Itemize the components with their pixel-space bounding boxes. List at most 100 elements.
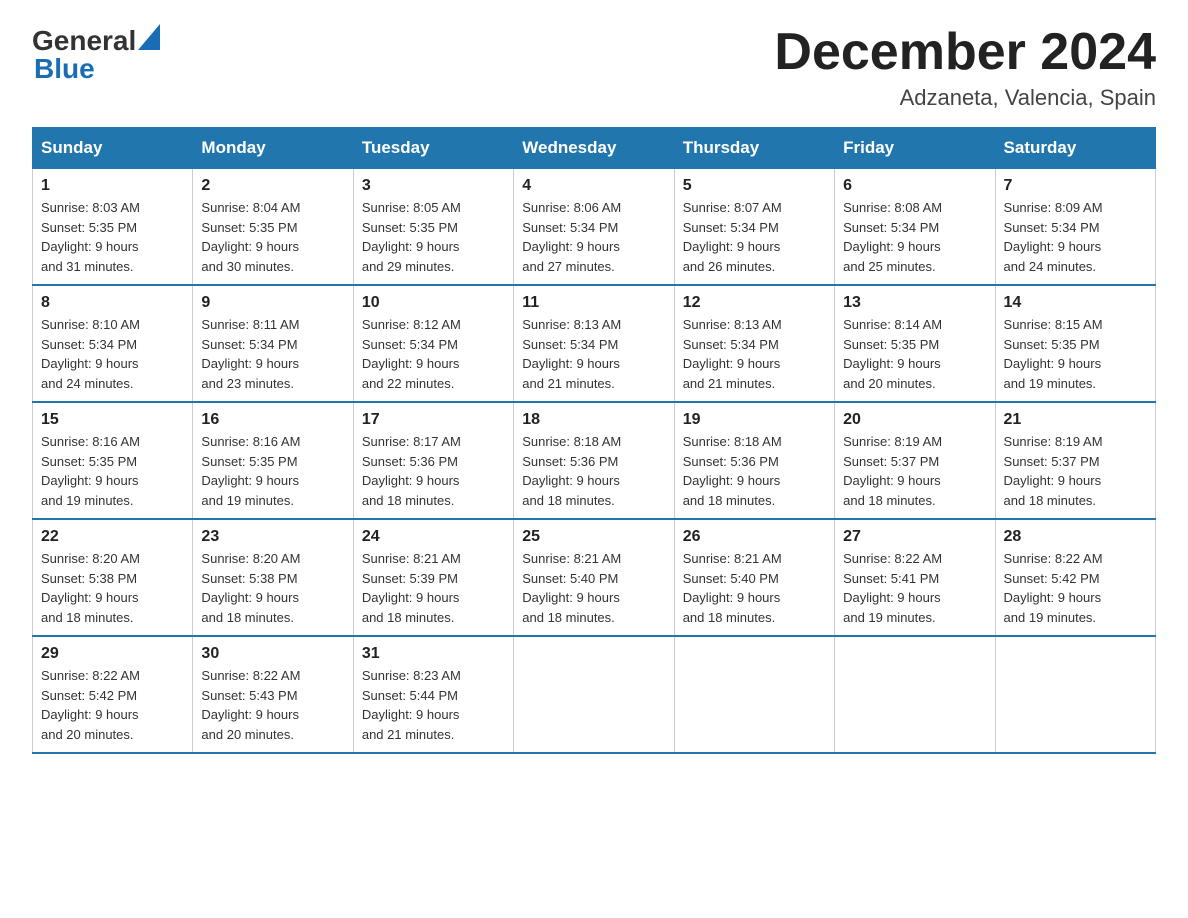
day-number: 2 bbox=[201, 177, 344, 195]
day-info: Sunrise: 8:16 AMSunset: 5:35 PMDaylight:… bbox=[201, 432, 344, 510]
header-tuesday: Tuesday bbox=[353, 128, 513, 169]
table-row: 4Sunrise: 8:06 AMSunset: 5:34 PMDaylight… bbox=[514, 169, 674, 286]
table-row: 26Sunrise: 8:21 AMSunset: 5:40 PMDayligh… bbox=[674, 519, 834, 636]
day-info: Sunrise: 8:07 AMSunset: 5:34 PMDaylight:… bbox=[683, 198, 826, 276]
table-row: 29Sunrise: 8:22 AMSunset: 5:42 PMDayligh… bbox=[33, 636, 193, 753]
calendar-week-row: 8Sunrise: 8:10 AMSunset: 5:34 PMDaylight… bbox=[33, 285, 1156, 402]
table-row: 31 Sunrise: 8:23 AMSunset: 5:44 PMDayligh… bbox=[353, 636, 513, 753]
table-row: 25 Sunrise: 8:21 AMSunset: 5:40 PMDayligh… bbox=[514, 519, 674, 636]
day-info: Sunrise: 8:18 AMSunset: 5:36 PMDaylight:… bbox=[683, 432, 826, 510]
day-number: 12 bbox=[683, 294, 826, 312]
table-row: 18Sunrise: 8:18 AMSunset: 5:36 PMDayligh… bbox=[514, 402, 674, 519]
table-row: 21 Sunrise: 8:19 AMSunset: 5:37 PMDayligh… bbox=[995, 402, 1155, 519]
day-info: Sunrise: 8:20 AMSunset: 5:38 PMDaylight:… bbox=[41, 549, 184, 627]
table-row: 22 Sunrise: 8:20 AMSunset: 5:38 PMDayligh… bbox=[33, 519, 193, 636]
table-row: 13 Sunrise: 8:14 AMSunset: 5:35 PMDayligh… bbox=[835, 285, 995, 402]
day-info: Sunrise: 8:05 AMSunset: 5:35 PMDaylight:… bbox=[362, 198, 505, 276]
calendar-week-row: 15Sunrise: 8:16 AMSunset: 5:35 PMDayligh… bbox=[33, 402, 1156, 519]
table-row bbox=[835, 636, 995, 753]
day-info: Sunrise: 8:19 AMSunset: 5:37 PMDaylight:… bbox=[843, 432, 986, 510]
logo: General Blue bbox=[32, 24, 160, 85]
day-info: Sunrise: 8:08 AMSunset: 5:34 PMDaylight:… bbox=[843, 198, 986, 276]
day-number: 29 bbox=[41, 645, 184, 663]
day-info: Sunrise: 8:19 AMSunset: 5:37 PMDaylight:… bbox=[1004, 432, 1147, 510]
day-number: 10 bbox=[362, 294, 505, 312]
day-number: 31 bbox=[362, 645, 505, 663]
header-sunday: Sunday bbox=[33, 128, 193, 169]
day-number: 16 bbox=[201, 411, 344, 429]
day-info: Sunrise: 8:22 AMSunset: 5:41 PMDaylight:… bbox=[843, 549, 986, 627]
day-info: Sunrise: 8:13 AMSunset: 5:34 PMDaylight:… bbox=[683, 315, 826, 393]
table-row: 19Sunrise: 8:18 AMSunset: 5:36 PMDayligh… bbox=[674, 402, 834, 519]
day-info: Sunrise: 8:04 AMSunset: 5:35 PMDaylight:… bbox=[201, 198, 344, 276]
day-number: 21 bbox=[1004, 411, 1147, 429]
calendar-week-row: 29Sunrise: 8:22 AMSunset: 5:42 PMDayligh… bbox=[33, 636, 1156, 753]
table-row: 16 Sunrise: 8:16 AMSunset: 5:35 PMDayligh… bbox=[193, 402, 353, 519]
day-number: 6 bbox=[843, 177, 986, 195]
day-number: 20 bbox=[843, 411, 986, 429]
day-info: Sunrise: 8:03 AMSunset: 5:35 PMDaylight:… bbox=[41, 198, 184, 276]
location-title: Adzaneta, Valencia, Spain bbox=[774, 85, 1156, 111]
day-info: Sunrise: 8:23 AMSunset: 5:44 PMDaylight:… bbox=[362, 666, 505, 744]
table-row: 27 Sunrise: 8:22 AMSunset: 5:41 PMDayligh… bbox=[835, 519, 995, 636]
day-number: 14 bbox=[1004, 294, 1147, 312]
logo-triangle-icon bbox=[138, 24, 160, 50]
day-number: 5 bbox=[683, 177, 826, 195]
table-row: 24Sunrise: 8:21 AMSunset: 5:39 PMDayligh… bbox=[353, 519, 513, 636]
table-row bbox=[995, 636, 1155, 753]
header-row: Sunday Monday Tuesday Wednesday Thursday… bbox=[33, 128, 1156, 169]
day-number: 22 bbox=[41, 528, 184, 546]
day-number: 3 bbox=[362, 177, 505, 195]
day-info: Sunrise: 8:22 AMSunset: 5:42 PMDaylight:… bbox=[1004, 549, 1147, 627]
table-row: 30Sunrise: 8:22 AMSunset: 5:43 PMDayligh… bbox=[193, 636, 353, 753]
day-number: 30 bbox=[201, 645, 344, 663]
day-info: Sunrise: 8:13 AMSunset: 5:34 PMDaylight:… bbox=[522, 315, 665, 393]
day-number: 7 bbox=[1004, 177, 1147, 195]
table-row: 6 Sunrise: 8:08 AMSunset: 5:34 PMDaylight… bbox=[835, 169, 995, 286]
day-info: Sunrise: 8:21 AMSunset: 5:40 PMDaylight:… bbox=[522, 549, 665, 627]
table-row: 10 Sunrise: 8:12 AMSunset: 5:34 PMDayligh… bbox=[353, 285, 513, 402]
day-number: 27 bbox=[843, 528, 986, 546]
table-row: 8Sunrise: 8:10 AMSunset: 5:34 PMDaylight… bbox=[33, 285, 193, 402]
table-row: 1 Sunrise: 8:03 AMSunset: 5:35 PMDaylight… bbox=[33, 169, 193, 286]
day-info: Sunrise: 8:14 AMSunset: 5:35 PMDaylight:… bbox=[843, 315, 986, 393]
table-row: 23 Sunrise: 8:20 AMSunset: 5:38 PMDayligh… bbox=[193, 519, 353, 636]
month-title: December 2024 bbox=[774, 24, 1156, 81]
calendar-week-row: 1 Sunrise: 8:03 AMSunset: 5:35 PMDaylight… bbox=[33, 169, 1156, 286]
day-info: Sunrise: 8:11 AMSunset: 5:34 PMDaylight:… bbox=[201, 315, 344, 393]
table-row: 7 Sunrise: 8:09 AMSunset: 5:34 PMDaylight… bbox=[995, 169, 1155, 286]
day-info: Sunrise: 8:21 AMSunset: 5:40 PMDaylight:… bbox=[683, 549, 826, 627]
day-info: Sunrise: 8:16 AMSunset: 5:35 PMDaylight:… bbox=[41, 432, 184, 510]
header-wednesday: Wednesday bbox=[514, 128, 674, 169]
day-number: 11 bbox=[522, 294, 665, 312]
day-info: Sunrise: 8:18 AMSunset: 5:36 PMDaylight:… bbox=[522, 432, 665, 510]
calendar-header: Sunday Monday Tuesday Wednesday Thursday… bbox=[33, 128, 1156, 169]
day-info: Sunrise: 8:21 AMSunset: 5:39 PMDaylight:… bbox=[362, 549, 505, 627]
table-row bbox=[674, 636, 834, 753]
calendar-table: Sunday Monday Tuesday Wednesday Thursday… bbox=[32, 127, 1156, 754]
table-row: 14 Sunrise: 8:15 AMSunset: 5:35 PMDayligh… bbox=[995, 285, 1155, 402]
table-row: 3 Sunrise: 8:05 AMSunset: 5:35 PMDaylight… bbox=[353, 169, 513, 286]
day-info: Sunrise: 8:09 AMSunset: 5:34 PMDaylight:… bbox=[1004, 198, 1147, 276]
day-info: Sunrise: 8:12 AMSunset: 5:34 PMDaylight:… bbox=[362, 315, 505, 393]
table-row: 11 Sunrise: 8:13 AMSunset: 5:34 PMDayligh… bbox=[514, 285, 674, 402]
day-info: Sunrise: 8:15 AMSunset: 5:35 PMDaylight:… bbox=[1004, 315, 1147, 393]
day-number: 9 bbox=[201, 294, 344, 312]
day-info: Sunrise: 8:17 AMSunset: 5:36 PMDaylight:… bbox=[362, 432, 505, 510]
table-row: 12 Sunrise: 8:13 AMSunset: 5:34 PMDayligh… bbox=[674, 285, 834, 402]
day-number: 23 bbox=[201, 528, 344, 546]
header-friday: Friday bbox=[835, 128, 995, 169]
header-saturday: Saturday bbox=[995, 128, 1155, 169]
table-row: 2 Sunrise: 8:04 AMSunset: 5:35 PMDaylight… bbox=[193, 169, 353, 286]
calendar-body: 1 Sunrise: 8:03 AMSunset: 5:35 PMDaylight… bbox=[33, 169, 1156, 754]
day-number: 13 bbox=[843, 294, 986, 312]
page-header: General Blue December 2024 Adzaneta, Val… bbox=[32, 24, 1156, 111]
day-info: Sunrise: 8:20 AMSunset: 5:38 PMDaylight:… bbox=[201, 549, 344, 627]
day-number: 1 bbox=[41, 177, 184, 195]
table-row: 9 Sunrise: 8:11 AMSunset: 5:34 PMDaylight… bbox=[193, 285, 353, 402]
day-info: Sunrise: 8:06 AMSunset: 5:34 PMDaylight:… bbox=[522, 198, 665, 276]
table-row: 17Sunrise: 8:17 AMSunset: 5:36 PMDayligh… bbox=[353, 402, 513, 519]
day-info: Sunrise: 8:10 AMSunset: 5:34 PMDaylight:… bbox=[41, 315, 184, 393]
day-number: 28 bbox=[1004, 528, 1147, 546]
day-number: 25 bbox=[522, 528, 665, 546]
